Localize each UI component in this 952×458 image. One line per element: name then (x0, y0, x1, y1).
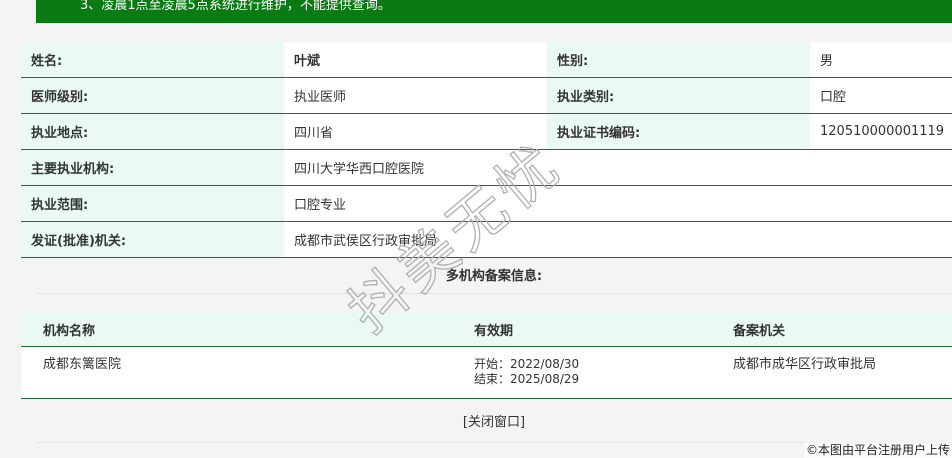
issuer-value: 成都市武侯区行政审批局 (284, 221, 952, 258)
header-org: 机构名称 (21, 312, 452, 347)
records-header-row: 机构名称 有效期 备案机关 (21, 312, 952, 347)
records-table: 机构名称 有效期 备案机关 成都东篱医院 开始：2022/08/30 结束：20… (21, 312, 952, 399)
info-row: 医师级别: 执业医师 执业类别: 口腔 (21, 77, 952, 114)
close-window-link[interactable]: [关闭窗口] (463, 415, 525, 430)
info-row: 执业地点: 四川省 执业证书编码: 120510000001119 (21, 113, 952, 150)
record-period: 开始：2022/08/30 结束：2025/08/29 (452, 346, 711, 399)
cert-label: 执业证书编码: (547, 113, 810, 150)
issuer-label: 发证(批准)机关: (21, 221, 284, 258)
org-label: 主要执业机构: (21, 149, 284, 186)
records-section-title: 多机构备案信息: (36, 260, 952, 294)
info-row: 执业范围: 口腔专业 (21, 185, 952, 222)
org-value: 四川大学华西口腔医院 (284, 149, 952, 186)
notice-text: 3、凌晨1点至凌晨5点系统进行维护，不能提供查询。 (80, 0, 391, 13)
scope-value: 口腔专业 (284, 185, 952, 222)
record-end: 结束：2025/08/29 (474, 372, 580, 386)
level-label: 医师级别: (21, 77, 284, 114)
maintenance-notice: 3、凌晨1点至凌晨5点系统进行维护，不能提供查询。 (36, 0, 952, 23)
record-start: 开始：2022/08/30 (474, 357, 580, 371)
gender-value: 男 (810, 42, 952, 78)
gender-label: 性别: (547, 42, 810, 78)
header-authority: 备案机关 (711, 312, 952, 347)
record-org: 成都东篱医院 (21, 346, 452, 399)
info-row: 姓名: 叶斌 性别: 男 (21, 42, 952, 78)
header-period: 有效期 (452, 312, 711, 347)
name-value: 叶斌 (284, 42, 547, 78)
table-row: 成都东篱医院 开始：2022/08/30 结束：2025/08/29 成都市成华… (21, 346, 952, 399)
upload-credit: ©本图由平台注册用户上传 (803, 442, 952, 458)
level-value: 执业医师 (284, 77, 547, 114)
category-value: 口腔 (810, 77, 952, 114)
close-bar: [关闭窗口] (36, 404, 952, 443)
name-label: 姓名: (21, 42, 284, 78)
doctor-info-table: 姓名: 叶斌 性别: 男 医师级别: 执业医师 执业类别: 口腔 执业地点: 四… (21, 42, 952, 258)
cert-value: 120510000001119 (810, 113, 952, 150)
record-authority: 成都市成华区行政审批局 (711, 346, 952, 399)
scope-label: 执业范围: (21, 185, 284, 222)
category-label: 执业类别: (547, 77, 810, 114)
location-value: 四川省 (284, 113, 547, 150)
location-label: 执业地点: (21, 113, 284, 150)
info-row: 主要执业机构: 四川大学华西口腔医院 (21, 149, 952, 186)
info-row: 发证(批准)机关: 成都市武侯区行政审批局 (21, 221, 952, 258)
